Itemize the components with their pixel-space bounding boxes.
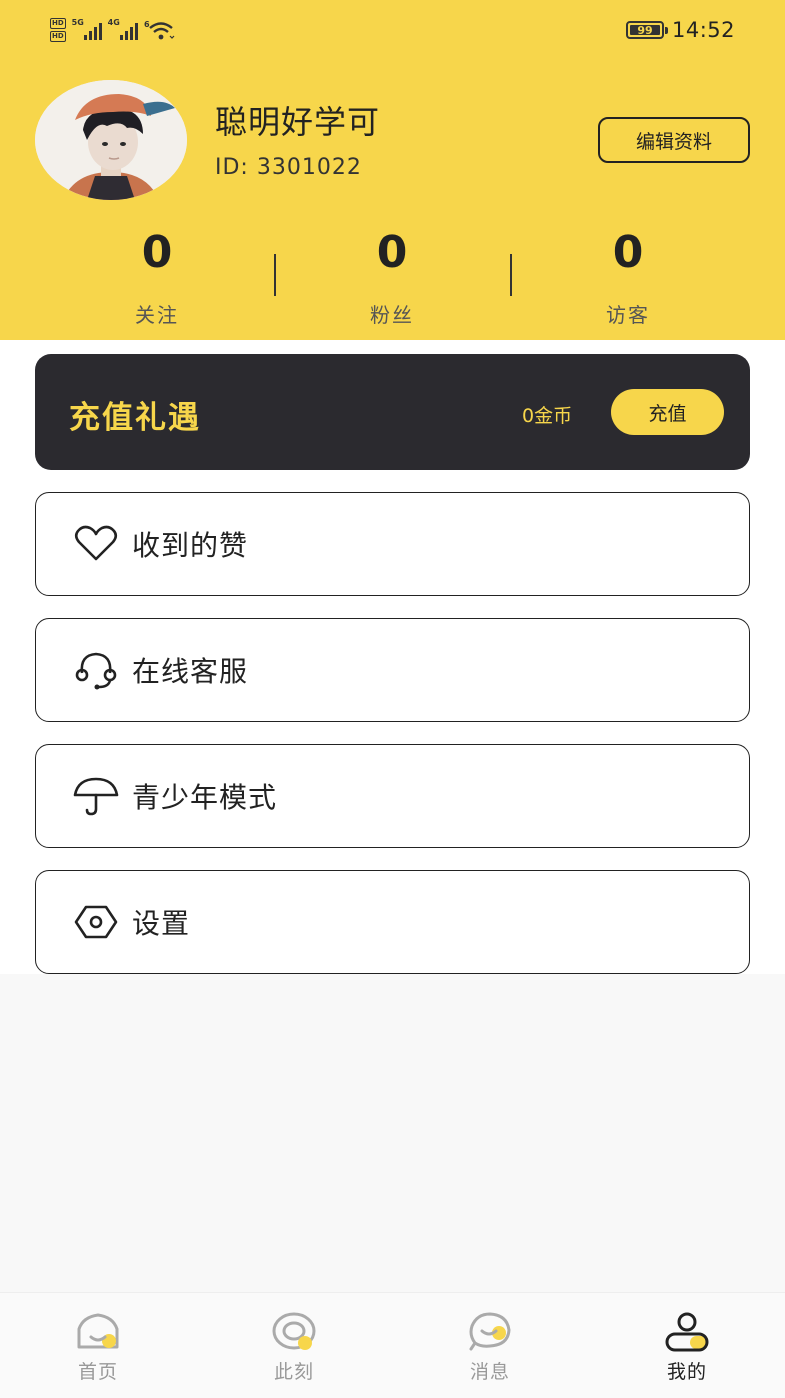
stat-visitors[interactable]: 0 访客 xyxy=(528,225,728,328)
menu-item-settings[interactable]: 设置 xyxy=(35,870,750,974)
stat-label: 粉丝 xyxy=(370,303,414,327)
hd-badges: HD HD xyxy=(50,18,66,42)
stat-value: 0 xyxy=(376,227,408,278)
profile-header: HD HD 5G 4G 6 99 14:52 聪明好学可 ID: 3301022… xyxy=(0,0,785,340)
user-id: ID: 3301022 xyxy=(215,155,362,180)
stat-label: 访客 xyxy=(606,303,650,327)
recharge-card: 充值礼遇 0金币 充值 xyxy=(35,354,750,470)
menu-item-label: 设置 xyxy=(132,907,191,940)
menu-item-label: 收到的赞 xyxy=(132,529,249,562)
avatar[interactable] xyxy=(35,80,187,200)
message-icon xyxy=(469,1312,511,1351)
headset-icon xyxy=(72,646,120,694)
status-bar: HD HD 5G 4G 6 99 14:52 xyxy=(0,0,785,60)
nav-moment[interactable]: 此刻 xyxy=(234,1311,354,1384)
stat-divider xyxy=(510,254,512,296)
bottom-nav: 首页 此刻 消息 我的 xyxy=(0,1292,785,1398)
nav-label: 首页 xyxy=(77,1361,118,1383)
stat-divider xyxy=(274,254,276,296)
stat-value: 0 xyxy=(141,227,173,278)
menu-item-likes[interactable]: 收到的赞 xyxy=(35,492,750,596)
status-time: 14:52 xyxy=(671,18,735,42)
settings-hexagon-icon xyxy=(72,898,120,946)
nav-home[interactable]: 首页 xyxy=(38,1311,158,1384)
status-right: 99 14:52 xyxy=(625,16,735,44)
battery-icon: 99 xyxy=(625,21,668,39)
signal-4g-icon: 4G xyxy=(107,18,138,40)
signal-label: 5G xyxy=(71,18,84,27)
signal-label: 4G xyxy=(107,18,120,27)
nav-messages[interactable]: 消息 xyxy=(430,1311,550,1384)
wifi-icon: 6 xyxy=(144,20,175,40)
stat-label: 关注 xyxy=(135,303,179,327)
edit-profile-button[interactable]: 编辑资料 xyxy=(598,117,750,163)
battery-level: 99 xyxy=(637,23,653,37)
menu-item-label: 青少年模式 xyxy=(132,781,278,814)
nav-label: 此刻 xyxy=(273,1361,314,1383)
wifi-label: 6 xyxy=(144,20,150,29)
signal-5g-icon: 5G xyxy=(71,18,102,40)
nav-profile[interactable]: 我的 xyxy=(627,1311,747,1384)
recharge-button[interactable]: 充值 xyxy=(611,389,724,435)
coin-balance: 0金币 xyxy=(522,405,573,427)
home-icon xyxy=(77,1313,119,1349)
hd-icon: HD xyxy=(50,31,66,42)
profile-icon xyxy=(665,1312,709,1352)
profile-screen: HD HD 5G 4G 6 99 14:52 聪明好学可 ID: 3301022… xyxy=(0,0,785,1398)
menu-item-teen-mode[interactable]: 青少年模式 xyxy=(35,744,750,848)
moment-icon xyxy=(272,1312,316,1350)
stat-following[interactable]: 0 关注 xyxy=(57,225,257,328)
menu-item-customer-service[interactable]: 在线客服 xyxy=(35,618,750,722)
nickname: 聪明好学可 xyxy=(215,103,381,141)
nav-label: 我的 xyxy=(666,1361,707,1383)
stat-value: 0 xyxy=(612,227,644,278)
nav-label: 消息 xyxy=(469,1361,510,1383)
heart-icon xyxy=(72,520,120,568)
stat-fans[interactable]: 0 粉丝 xyxy=(292,225,492,328)
avatar-illustration xyxy=(35,80,187,200)
menu-item-label: 在线客服 xyxy=(132,655,249,688)
status-left: HD HD 5G 4G 6 xyxy=(50,16,176,44)
recharge-title: 充值礼遇 xyxy=(69,400,201,436)
umbrella-icon xyxy=(72,772,120,820)
hd-icon: HD xyxy=(50,18,66,29)
